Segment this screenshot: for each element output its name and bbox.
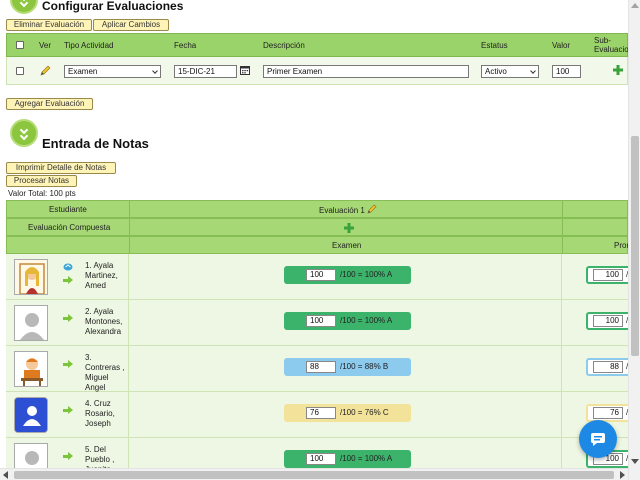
score-input[interactable]: 100 bbox=[306, 269, 336, 281]
col-sub-line1: Sub- bbox=[594, 36, 611, 45]
activity-type-select[interactable]: Examen bbox=[64, 65, 161, 78]
student-row: 2. Ayala Montones, Alexandra 100 /100 = … bbox=[6, 300, 628, 346]
select-all-checkbox[interactable] bbox=[16, 41, 24, 49]
grade-bar: 100 /100 = 100% A bbox=[284, 450, 411, 468]
status-select[interactable]: Activo bbox=[481, 65, 539, 78]
date-input[interactable]: 15-DIC-21 bbox=[174, 65, 237, 78]
col-tipo: Tipo Actividad bbox=[64, 41, 114, 50]
next-column-header: Pron bbox=[614, 241, 628, 250]
add-subevaluation-icon[interactable] bbox=[613, 65, 623, 75]
header-row-1: Estudiante Evaluación 1 bbox=[6, 200, 628, 218]
horizontal-scroll-thumb[interactable] bbox=[14, 471, 614, 479]
vertical-scroll-thumb[interactable] bbox=[631, 136, 639, 356]
status-value: Activo bbox=[485, 67, 507, 76]
calendar-icon[interactable] bbox=[240, 65, 250, 75]
grades-title: Entrada de Notas bbox=[42, 136, 149, 151]
total-value-label: Valor Total: 100 pts bbox=[8, 189, 76, 198]
print-details-button[interactable]: Imprimir Detalle de Notas bbox=[6, 162, 116, 174]
score-input[interactable]: 88 bbox=[306, 361, 336, 373]
score-input-next[interactable]: 76 bbox=[593, 407, 623, 419]
grade-bar: 88 /100 = 88% B bbox=[284, 358, 411, 376]
col-estatus: Estatus bbox=[481, 41, 508, 50]
score-input[interactable]: 100 bbox=[306, 315, 336, 327]
header-row-3: Examen Pron bbox=[6, 236, 628, 254]
col-fecha: Fecha bbox=[174, 41, 197, 50]
score-input-next[interactable]: 100 bbox=[593, 269, 623, 281]
activity-type-value: Examen bbox=[68, 67, 98, 76]
student-name: 4. Cruz Rosario, Joseph bbox=[85, 399, 115, 428]
evaluation-1-header: Evaluación 1 bbox=[319, 206, 365, 215]
header-row-2: Evaluación Compuesta bbox=[6, 218, 628, 236]
score-result: /100 = 88% B bbox=[340, 362, 389, 371]
add-evaluation-button[interactable]: Agregar Evaluación bbox=[6, 98, 93, 110]
evaluation-row: Examen 15-DIC-21 Primer Examen Activo 10… bbox=[6, 57, 628, 85]
grade-bar: 100 /100 = 100% A bbox=[284, 266, 411, 284]
arrow-right-icon[interactable] bbox=[63, 314, 73, 322]
student-row: 1. Ayala Martinez, Amed 100 /100 = 100% … bbox=[6, 254, 628, 300]
score-input[interactable]: 100 bbox=[306, 453, 336, 465]
student-photo[interactable] bbox=[14, 397, 48, 433]
config-table-header: Ver Tipo Actividad Fecha Descripción Est… bbox=[6, 33, 628, 57]
scroll-down-icon[interactable] bbox=[631, 459, 639, 464]
exam-header: Examen bbox=[332, 241, 362, 250]
student-header: Estudiante bbox=[49, 205, 87, 214]
student-name: 1. Ayala Martinez, Amed bbox=[85, 261, 118, 290]
arrow-right-icon[interactable] bbox=[63, 406, 73, 414]
student-row: 3. Contreras , Miguel Angel 88 /100 = 88… bbox=[6, 346, 628, 392]
student-name: 2. Ayala Montones, Alexandra bbox=[85, 307, 123, 336]
chat-button[interactable] bbox=[579, 420, 617, 458]
edit-evaluation-pencil-icon[interactable] bbox=[367, 204, 377, 214]
score-result: /100 = 100% A bbox=[340, 270, 393, 279]
score-result: /100 = 100% A bbox=[340, 316, 393, 325]
edit-pencil-icon[interactable] bbox=[40, 65, 51, 76]
vertical-scrollbar[interactable] bbox=[628, 0, 640, 480]
value-input[interactable]: 100 bbox=[552, 65, 581, 78]
col-sub-line2: Evaluacion bbox=[594, 45, 628, 54]
grade-bar-next: 100 /1 bbox=[586, 266, 628, 284]
horizontal-scrollbar[interactable] bbox=[0, 468, 628, 480]
apply-changes-button[interactable]: Aplicar Cambios bbox=[93, 19, 169, 31]
add-composite-icon[interactable] bbox=[344, 223, 354, 233]
row-checkbox[interactable] bbox=[16, 67, 24, 75]
delete-evaluation-button[interactable]: Eliminar Evaluación bbox=[6, 19, 92, 31]
col-valor: Valor bbox=[552, 41, 571, 50]
grades-chevron-icon[interactable] bbox=[10, 119, 38, 147]
score-input[interactable]: 76 bbox=[306, 407, 336, 419]
scroll-left-icon[interactable] bbox=[3, 471, 8, 479]
student-photo[interactable] bbox=[14, 305, 48, 341]
grade-bar-next: 88 /1 bbox=[586, 358, 628, 376]
arrow-right-icon[interactable] bbox=[63, 360, 73, 368]
arrow-right-icon[interactable] bbox=[63, 452, 73, 460]
student-row: 4. Cruz Rosario, Joseph 76 /100 = 76% C … bbox=[6, 392, 628, 438]
student-photo[interactable] bbox=[14, 351, 48, 387]
col-ver: Ver bbox=[39, 41, 52, 50]
score-input-next[interactable]: 100 bbox=[593, 315, 623, 327]
grade-bar: 76 /100 = 76% C bbox=[284, 404, 411, 422]
sync-icon[interactable] bbox=[63, 263, 73, 271]
grade-bar-next: 76 /1 bbox=[586, 404, 628, 422]
description-input[interactable]: Primer Examen bbox=[263, 65, 469, 78]
arrow-right-icon[interactable] bbox=[63, 276, 73, 284]
scroll-up-icon[interactable] bbox=[631, 3, 639, 8]
grade-bar-next: 100 /1 bbox=[586, 312, 628, 330]
process-grades-button[interactable]: Procesar Notas bbox=[6, 175, 77, 187]
student-name: 3. Contreras , Miguel Angel bbox=[85, 353, 125, 392]
chat-bubble-icon bbox=[591, 433, 605, 446]
col-descripcion: Descripción bbox=[263, 41, 305, 50]
score-input-next[interactable]: 88 bbox=[593, 361, 623, 373]
scroll-right-icon[interactable] bbox=[620, 471, 625, 479]
student-photo[interactable] bbox=[14, 259, 48, 295]
grade-bar: 100 /100 = 100% A bbox=[284, 312, 411, 330]
score-result: /100 = 100% A bbox=[340, 454, 393, 463]
score-result: /100 = 76% C bbox=[340, 408, 389, 417]
config-title: Configurar Evaluaciones bbox=[42, 0, 184, 13]
composite-evaluation-header: Evaluación Compuesta bbox=[28, 223, 111, 232]
collapse-chevron-icon[interactable] bbox=[10, 0, 38, 14]
page: Configurar Evaluaciones Eliminar Evaluac… bbox=[0, 0, 628, 480]
